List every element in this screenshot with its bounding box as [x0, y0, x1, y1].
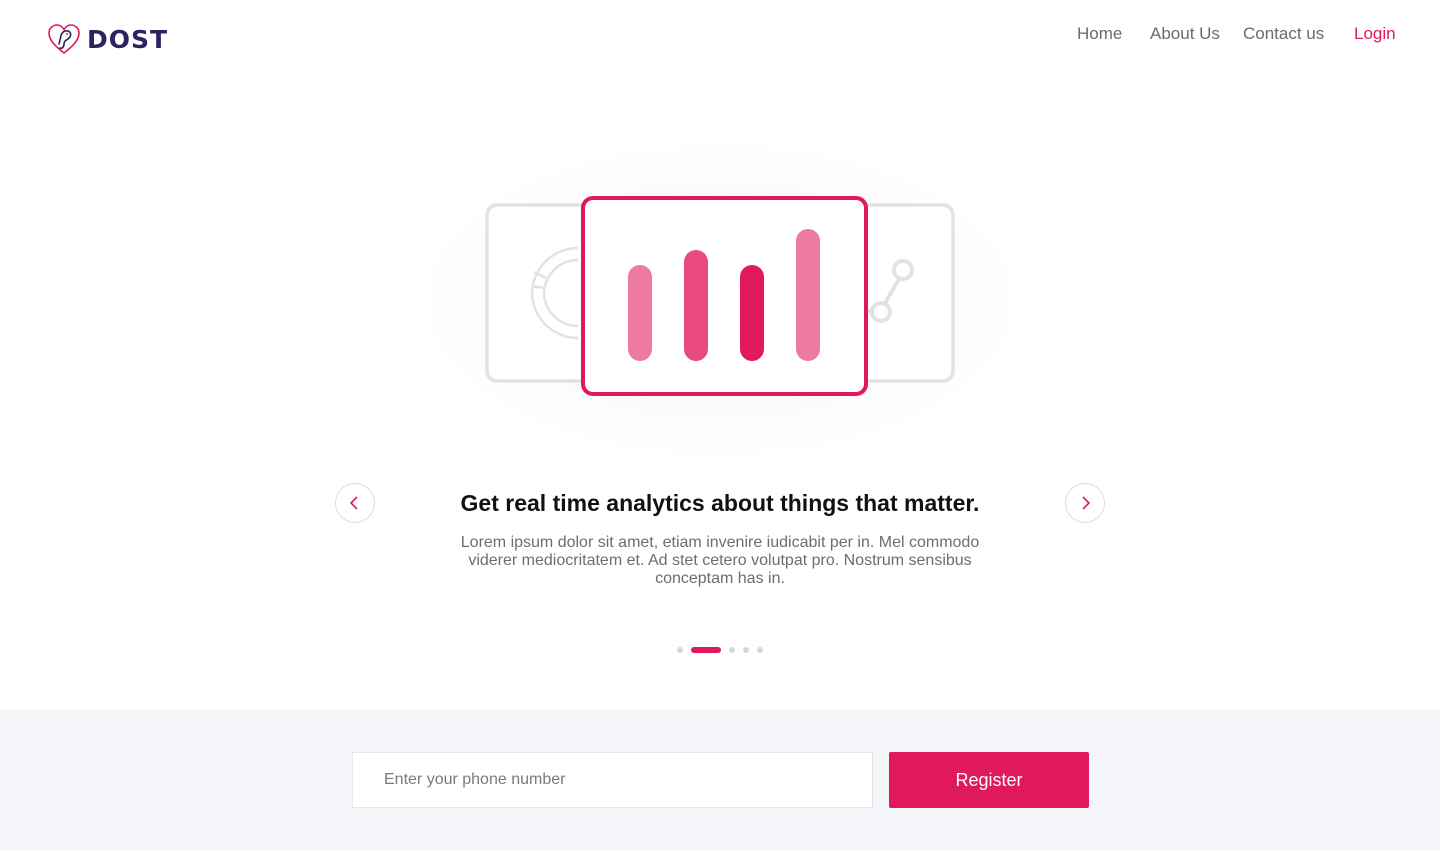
carousel-dot-1[interactable] — [677, 647, 683, 653]
phone-number-input[interactable] — [352, 752, 873, 808]
nav-link-contact-us[interactable]: Contact us — [1243, 23, 1324, 45]
carousel-dot-3[interactable] — [729, 647, 735, 653]
top-header: DOST Home About Us Contact us Login — [0, 0, 1440, 76]
heart-bear-icon — [48, 24, 80, 55]
bar-chart-card-icon — [485, 196, 955, 396]
nav-link-login[interactable]: Login — [1354, 23, 1396, 45]
brand-logo[interactable]: DOST — [47, 22, 168, 56]
nav-link-home[interactable]: Home — [1077, 23, 1122, 45]
carousel-dot-5[interactable] — [757, 647, 763, 653]
carousel-dot-4[interactable] — [743, 647, 749, 653]
register-button[interactable]: Register — [889, 752, 1089, 808]
carousel-prev-button[interactable] — [335, 483, 375, 523]
carousel-dot-2[interactable] — [691, 647, 721, 653]
carousel-next-button[interactable] — [1065, 483, 1105, 523]
nav-link-about-us[interactable]: About Us — [1150, 23, 1220, 45]
slide-title: Get real time analytics about things tha… — [460, 490, 980, 516]
slide-description: Lorem ipsum dolor sit amet, etiam inveni… — [460, 534, 980, 587]
chevron-right-icon — [1082, 496, 1091, 510]
chevron-left-icon — [349, 496, 358, 510]
brand-name: DOST — [87, 24, 169, 54]
